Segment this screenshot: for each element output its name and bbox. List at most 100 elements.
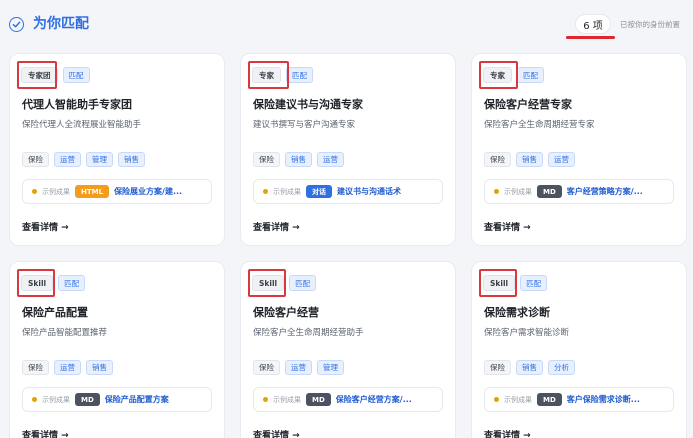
badge-row: Skill 匹配: [252, 275, 317, 291]
type-badge: Skill: [483, 275, 516, 291]
card-description: 保险客户全生命周期经营助手: [253, 328, 364, 338]
status-dot-icon: [263, 397, 268, 402]
type-badge: 专家: [483, 67, 512, 83]
tag: 运营: [317, 152, 344, 167]
sample-label: 示例成果: [504, 187, 532, 196]
section-header: 为你匹配 6 项 已按你的身份前置: [0, 0, 693, 46]
card-title: 保险建议书与沟通专家: [253, 98, 363, 111]
format-badge: MD: [537, 185, 562, 198]
type-badge: Skill: [252, 275, 285, 291]
tag: 销售: [516, 152, 543, 167]
format-badge: MD: [306, 393, 331, 406]
sample-label: 示例成果: [42, 187, 70, 196]
status-dot-icon: [263, 189, 268, 194]
badge-row: 专家 匹配: [483, 67, 544, 83]
tag-list: 保险 销售 分析: [484, 360, 575, 375]
sample-output-row[interactable]: 示例成果 MD 客户经营策略方案/...: [484, 179, 674, 204]
sample-output-row[interactable]: 示例成果 MD 保险客户经营方案/...: [253, 387, 443, 412]
tag: 分析: [548, 360, 575, 375]
view-details-link[interactable]: 查看详情 →: [484, 428, 531, 438]
format-badge: HTML: [75, 185, 110, 198]
check-circle-icon: [9, 17, 24, 32]
section-title: 为你匹配: [33, 16, 89, 32]
tag: 保险: [22, 152, 49, 167]
tag-list: 保险 销售 运营: [484, 152, 575, 167]
tag-list: 保险 运营 销售: [22, 360, 113, 375]
view-details-link[interactable]: 查看详情 →: [22, 428, 69, 438]
sample-title-link[interactable]: 保险客户经营方案/...: [336, 394, 412, 405]
sort-note: 已按你的身份前置: [620, 20, 680, 29]
card-title: 代理人智能助手专家团: [22, 98, 132, 111]
count-highlight-underline: [566, 36, 615, 39]
match-card[interactable]: Skill 匹配 保险需求诊断 保险客户需求智能诊断 保险 销售 分析 示例成果…: [471, 261, 687, 438]
result-count-badge: 6 项: [575, 14, 611, 34]
sample-title-link[interactable]: 客户保险需求诊断...: [567, 394, 640, 405]
sample-output-row[interactable]: 示例成果 对话 建议书与沟通话术: [253, 179, 443, 204]
card-title: 保险产品配置: [22, 306, 88, 319]
format-badge: MD: [75, 393, 100, 406]
match-card[interactable]: Skill 匹配 保险产品配置 保险产品智能配置推荐 保险 运营 销售 示例成果…: [9, 261, 225, 438]
match-badge: 匹配: [58, 275, 86, 291]
status-dot-icon: [32, 397, 37, 402]
tag-list: 保险 运营 管理 销售: [22, 152, 145, 167]
tag: 保险: [253, 360, 280, 375]
status-dot-icon: [494, 397, 499, 402]
badge-row: 专家 匹配: [252, 67, 313, 83]
view-details-link[interactable]: 查看详情 →: [253, 428, 300, 438]
tag: 运营: [548, 152, 575, 167]
card-description: 保险客户全生命周期经营专家: [484, 120, 595, 130]
tag: 保险: [253, 152, 280, 167]
format-badge: MD: [537, 393, 562, 406]
match-badge: 匹配: [62, 67, 90, 83]
match-badge: 匹配: [286, 67, 313, 83]
match-page: 为你匹配 6 项 已按你的身份前置 专家团 匹配 代理人智能助手专家团 保险代理…: [0, 0, 693, 438]
tag: 保险: [22, 360, 49, 375]
tag: 运营: [54, 152, 81, 167]
tag: 运营: [285, 360, 312, 375]
badge-row: Skill 匹配: [21, 275, 86, 291]
card-title: 保险需求诊断: [484, 306, 550, 319]
view-details-link[interactable]: 查看详情 →: [484, 220, 531, 233]
tag-list: 保险 运营 管理: [253, 360, 344, 375]
tag-list: 保险 销售 运营: [253, 152, 344, 167]
match-card[interactable]: 专家 匹配 保险建议书与沟通专家 建议书撰写与客户沟通专家 保险 销售 运营 示…: [240, 53, 456, 246]
sample-label: 示例成果: [42, 395, 70, 404]
match-card[interactable]: Skill 匹配 保险客户经营 保险客户全生命周期经营助手 保险 运营 管理 示…: [240, 261, 456, 438]
sample-label: 示例成果: [273, 187, 301, 196]
badge-row: Skill 匹配: [483, 275, 548, 291]
sample-output-row[interactable]: 示例成果 HTML 保险展业方案/建...: [22, 179, 212, 204]
card-description: 建议书撰写与客户沟通专家: [253, 120, 356, 130]
sample-output-row[interactable]: 示例成果 MD 保险产品配置方案: [22, 387, 212, 412]
sample-label: 示例成果: [504, 395, 532, 404]
sample-title-link[interactable]: 客户经营策略方案/...: [567, 186, 643, 197]
format-badge: 对话: [306, 185, 332, 198]
card-description: 保险代理人全流程展业智能助手: [22, 120, 142, 130]
match-card[interactable]: 专家 匹配 保险客户经营专家 保险客户全生命周期经营专家 保险 销售 运营 示例…: [471, 53, 687, 246]
card-description: 保险客户需求智能诊断: [484, 328, 570, 338]
status-dot-icon: [32, 189, 37, 194]
card-title: 保险客户经营: [253, 306, 319, 319]
tag: 销售: [285, 152, 312, 167]
match-card[interactable]: 专家团 匹配 代理人智能助手专家团 保险代理人全流程展业智能助手 保险 运营 管…: [9, 53, 225, 246]
card-title: 保险客户经营专家: [484, 98, 572, 111]
card-description: 保险产品智能配置推荐: [22, 328, 108, 338]
view-details-link[interactable]: 查看详情 →: [22, 220, 69, 233]
match-badge: 匹配: [289, 275, 317, 291]
view-details-link[interactable]: 查看详情 →: [253, 220, 300, 233]
sample-label: 示例成果: [273, 395, 301, 404]
type-badge: 专家团: [21, 67, 58, 83]
sample-output-row[interactable]: 示例成果 MD 客户保险需求诊断...: [484, 387, 674, 412]
type-badge: 专家: [252, 67, 281, 83]
sample-title-link[interactable]: 保险产品配置方案: [105, 394, 169, 405]
match-badge: 匹配: [517, 67, 544, 83]
tag: 保险: [484, 360, 511, 375]
status-dot-icon: [494, 189, 499, 194]
tag: 保险: [484, 152, 511, 167]
tag: 销售: [118, 152, 145, 167]
type-badge: Skill: [21, 275, 54, 291]
sample-title-link[interactable]: 保险展业方案/建...: [114, 186, 182, 197]
tag: 销售: [86, 360, 113, 375]
sample-title-link[interactable]: 建议书与沟通话术: [337, 186, 401, 197]
match-badge: 匹配: [520, 275, 548, 291]
tag: 管理: [317, 360, 344, 375]
